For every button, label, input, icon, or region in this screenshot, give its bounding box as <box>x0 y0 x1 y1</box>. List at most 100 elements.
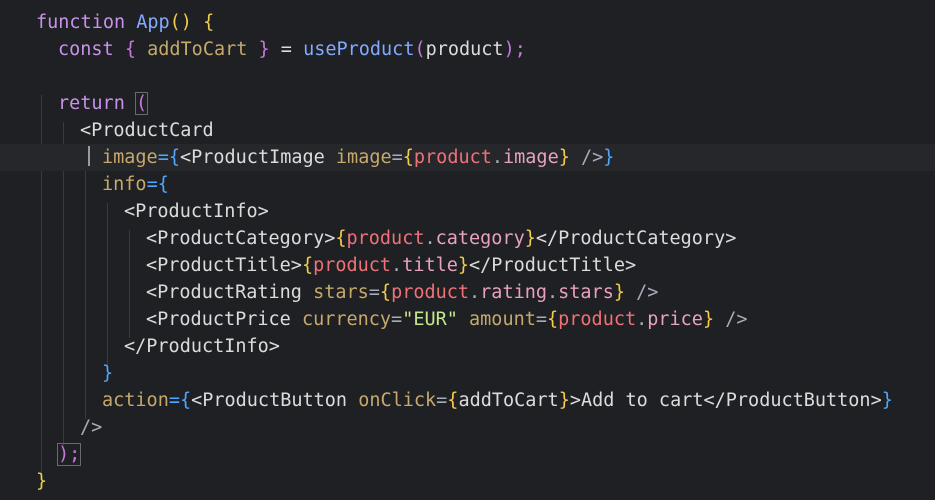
jsx-tag: <ProductTitle> <box>146 255 302 276</box>
jsx-attribute: amount <box>469 309 536 330</box>
jsx-text: Add to cart <box>580 390 704 411</box>
brace: } <box>558 390 570 411</box>
operator: = <box>436 390 448 411</box>
brace: ={ <box>146 174 169 195</box>
jsx-attribute: action <box>102 390 169 411</box>
dot: . <box>391 255 403 276</box>
code-line-10[interactable]: <ProductTitle>{product.title}</ProductTi… <box>0 252 935 279</box>
brace: } <box>702 309 715 330</box>
brace: { <box>124 39 136 60</box>
dot: . <box>491 147 504 168</box>
dot: . <box>469 282 481 303</box>
jsx-tag: <ProductImage <box>179 147 325 168</box>
brace: { <box>335 228 347 249</box>
property: rating <box>480 282 547 303</box>
jsx-attribute: stars <box>313 282 369 303</box>
brace: } <box>36 471 48 492</box>
brace: { <box>379 282 392 303</box>
code-line-9[interactable]: <ProductCategory>{product.category}</Pro… <box>0 225 935 252</box>
operator: = <box>368 282 380 303</box>
jsx-tag: <ProductCategory> <box>146 228 336 249</box>
brace: } <box>258 39 270 60</box>
jsx-tag: <ProductInfo> <box>124 201 269 222</box>
brace: } <box>102 363 114 384</box>
brace: { <box>301 255 314 276</box>
code-line-3[interactable] <box>0 63 935 90</box>
brace: } <box>603 147 615 168</box>
dot: . <box>636 309 648 330</box>
code-line-11[interactable]: <ProductRating stars={product.rating.sta… <box>0 279 935 306</box>
keyword-const: const <box>58 39 114 60</box>
jsx-self-close: /> <box>725 309 748 330</box>
dot: . <box>547 282 559 303</box>
jsx-self-close: /> <box>581 147 604 168</box>
identifier: product <box>425 39 504 60</box>
code-line-6[interactable]: image={<ProductImage image={product.imag… <box>0 144 935 171</box>
operator: = <box>535 309 547 330</box>
jsx-attribute: image <box>102 147 158 168</box>
code-line-2[interactable]: const { addToCart } = useProduct(product… <box>0 36 935 63</box>
jsx-attribute: onClick <box>358 390 437 411</box>
code-line-1[interactable]: function App() { <box>0 9 935 36</box>
identifier: product <box>391 282 470 303</box>
jsx-tag: </ProductCategory> <box>535 228 737 249</box>
jsx-self-close: /> <box>636 282 659 303</box>
identifier: product <box>558 309 637 330</box>
brace: { <box>402 147 414 168</box>
brace: } <box>524 228 536 249</box>
jsx-attribute: currency <box>301 309 392 330</box>
code-line-12[interactable]: <ProductPrice currency="EUR" amount={pro… <box>0 306 935 333</box>
brace: } <box>613 282 625 303</box>
string-literal: "EUR" <box>402 309 458 330</box>
paren: ); <box>56 443 82 466</box>
brace: } <box>457 255 470 276</box>
jsx-tag: <ProductRating <box>146 282 302 303</box>
jsx-tag: </ProductInfo> <box>124 336 280 357</box>
code-line-16[interactable]: /> <box>0 414 935 441</box>
code-line-4[interactable]: return ( <box>0 90 935 117</box>
paren: ( <box>134 92 149 115</box>
function-name: App <box>136 12 170 33</box>
operator: = <box>391 309 403 330</box>
brace: { <box>447 390 459 411</box>
jsx-tag: </ProductTitle> <box>469 255 637 276</box>
code-line-13[interactable]: </ProductInfo> <box>0 333 935 360</box>
property: title <box>402 255 458 276</box>
code-line-14[interactable]: } <box>0 360 935 387</box>
paren: () <box>169 12 192 33</box>
brace: { <box>203 12 215 33</box>
jsx-tag: <ProductPrice <box>146 309 291 330</box>
property: image <box>503 147 559 168</box>
identifier: product <box>413 147 492 168</box>
jsx-tag: <ProductButton <box>191 390 348 411</box>
property: price <box>647 309 703 330</box>
operator: = <box>280 39 292 60</box>
code-line-18[interactable]: } <box>0 468 935 495</box>
code-line-8[interactable]: <ProductInfo> <box>0 198 935 225</box>
brace: ={ <box>157 147 180 168</box>
code-line-15[interactable]: action={<ProductButton onClick={addToCar… <box>0 387 935 414</box>
jsx-attribute: info <box>102 174 147 195</box>
code-line-5[interactable]: <ProductCard <box>0 117 935 144</box>
jsx-tag: > <box>569 390 581 411</box>
code-line-7[interactable]: info={ <box>0 171 935 198</box>
keyword-return: return <box>58 93 125 114</box>
code-line-17[interactable]: ); <box>0 441 935 468</box>
code-editor[interactable]: function App() { const { addToCart } = u… <box>0 0 935 500</box>
operator: = <box>391 147 403 168</box>
text-cursor <box>88 146 90 166</box>
paren: ( <box>414 39 426 60</box>
identifier: product <box>346 228 425 249</box>
brace: } <box>558 147 570 168</box>
jsx-self-close: /> <box>80 417 103 438</box>
dot: . <box>424 228 436 249</box>
function-call: useProduct <box>303 39 415 60</box>
jsx-tag: </ProductButton> <box>703 390 882 411</box>
property: stars <box>558 282 614 303</box>
brace: { <box>547 309 559 330</box>
paren: ); <box>503 39 526 60</box>
jsx-tag: <ProductCard <box>80 120 214 141</box>
identifier: addToCart <box>147 39 248 60</box>
jsx-attribute: image <box>335 147 392 168</box>
property: category <box>435 228 525 249</box>
